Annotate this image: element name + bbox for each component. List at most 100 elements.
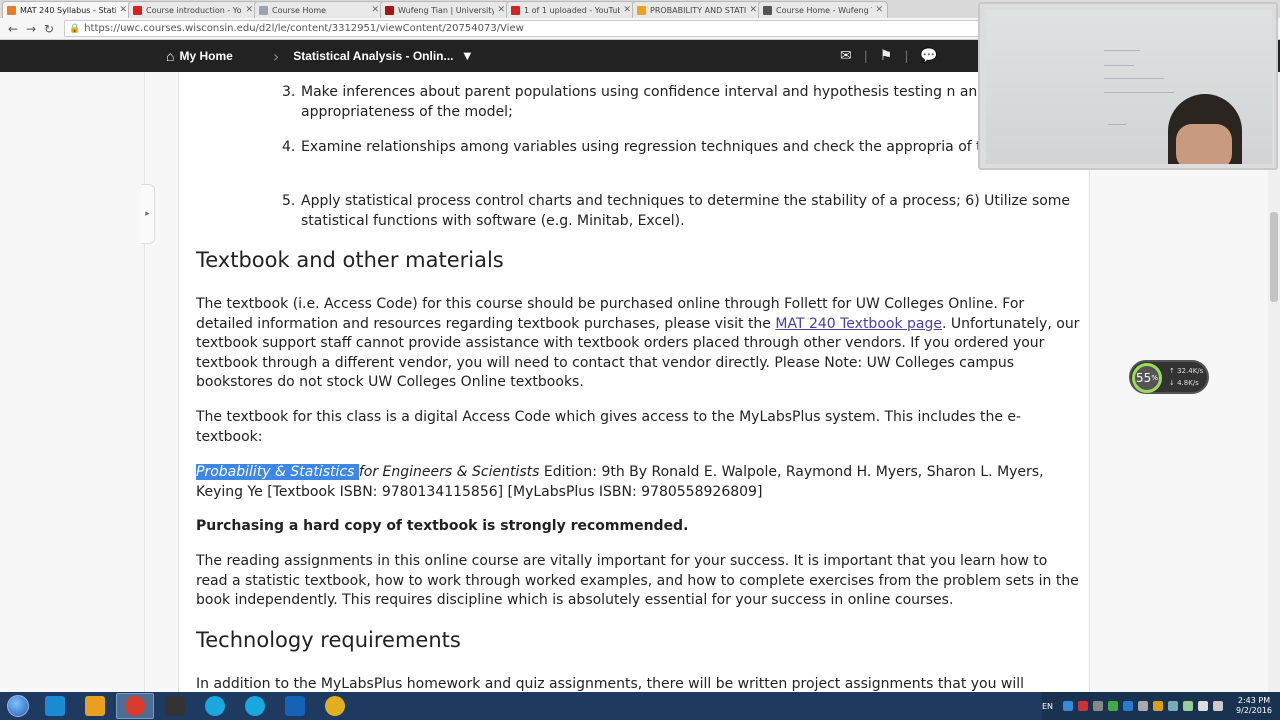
tray-icon[interactable]	[1093, 701, 1103, 711]
network-speed-widget[interactable]: 55% ↑ 32.4K/s ↓ 4.8K/s	[1129, 360, 1209, 394]
windows-taskbar: EN 2:43 PM 9/2/2016	[0, 692, 1280, 720]
book-subtitle: for Engineers & Scientists	[358, 464, 540, 480]
ie-icon	[45, 696, 65, 716]
tab-title: Course introduction - You	[146, 5, 243, 15]
whiteboard-mark	[1104, 50, 1140, 51]
tab-2[interactable]: Course introduction - You ✕	[128, 1, 258, 18]
taskbar-app-3[interactable]	[316, 693, 354, 719]
close-icon[interactable]: ✕	[497, 5, 505, 15]
tab-title: 1 of 1 uploaded - YouTub	[524, 5, 621, 15]
content-frame: 3. Make inferences about parent populati…	[178, 72, 1090, 692]
whiteboard-mark	[1104, 65, 1134, 66]
download-value: 4.8	[1177, 379, 1189, 387]
tray-icon[interactable]	[1063, 701, 1073, 711]
taskbar-explorer[interactable]	[76, 693, 114, 719]
tab-favicon-icon	[7, 5, 16, 15]
close-icon[interactable]: ✕	[749, 5, 757, 15]
taskbar-app-1[interactable]	[196, 693, 234, 719]
close-icon[interactable]: ✕	[371, 5, 379, 15]
tab-3[interactable]: Course Home ✕	[254, 1, 384, 18]
taskbar-media[interactable]	[156, 693, 194, 719]
system-tray: EN 2:43 PM 9/2/2016	[1041, 692, 1280, 720]
media-player-icon	[165, 696, 185, 716]
upload-speed: ↑ 32.4K/s	[1169, 367, 1204, 375]
tray-icon[interactable]	[1153, 701, 1163, 711]
section-heading: Textbook and other materials	[196, 248, 504, 272]
tab-favicon-icon	[637, 5, 646, 15]
expand-panel-toggle[interactable]: ▸	[141, 184, 155, 244]
home-icon: ⌂	[166, 48, 175, 64]
tab-4[interactable]: Wufeng Tian | University ✕	[380, 1, 510, 18]
clock[interactable]: 2:43 PM 9/2/2016	[1234, 696, 1274, 716]
reload-icon[interactable]: ↻	[40, 22, 58, 36]
whiteboard-video	[986, 10, 1272, 164]
divider: |	[863, 49, 868, 63]
tab-7[interactable]: Course Home - Wufeng T ✕	[758, 1, 888, 18]
presenter-face	[1176, 124, 1232, 164]
recommendation-text: Purchasing a hard copy of textbook is st…	[196, 518, 689, 534]
taskbar-app-2[interactable]	[236, 693, 274, 719]
language-indicator[interactable]: EN	[1042, 702, 1053, 711]
back-arrow-icon[interactable]: ←	[4, 22, 22, 36]
skype-icon	[205, 696, 225, 716]
tab-6[interactable]: PROBABILITY AND STATIS ✕	[632, 1, 762, 18]
windows-logo-icon	[7, 695, 29, 717]
left-panel	[0, 72, 145, 692]
url-text: https://uwc.courses.wisconsin.edu/d2l/le…	[84, 23, 524, 34]
notifications-icon[interactable]: ⚑	[880, 48, 893, 64]
paragraph: The reading assignments in this online c…	[196, 553, 1079, 608]
start-button[interactable]	[2, 693, 34, 719]
tray-icon[interactable]	[1168, 701, 1178, 711]
chevron-right-icon: ›	[272, 46, 280, 66]
selected-text[interactable]: Probability & Statistics	[196, 464, 359, 480]
clock-date: 9/2/2016	[1236, 706, 1272, 715]
close-icon[interactable]: ✕	[119, 5, 127, 15]
taskbar-outlook[interactable]	[276, 693, 314, 719]
chevron-right-icon: ▸	[145, 209, 150, 219]
my-home-label: My Home	[179, 49, 233, 63]
upload-value: 32.4	[1177, 367, 1193, 375]
chevron-down-icon[interactable]: ▼	[463, 51, 471, 62]
my-home-link[interactable]: ⌂ My Home	[166, 48, 233, 64]
forward-arrow-icon[interactable]: →	[22, 22, 40, 36]
tab-favicon-icon	[133, 5, 142, 15]
clock-time: 2:43 PM	[1237, 696, 1271, 705]
taskbar-chrome[interactable]	[116, 693, 154, 719]
tab-title: Wufeng Tian | University	[398, 5, 495, 15]
tab-title: PROBABILITY AND STATIS	[650, 5, 747, 15]
tray-icon[interactable]	[1108, 701, 1118, 711]
percent-sign: %	[1151, 374, 1158, 382]
tray-icon[interactable]	[1078, 701, 1088, 711]
section-heading: Technology requirements	[196, 628, 461, 652]
close-icon[interactable]: ✕	[875, 5, 883, 15]
close-icon[interactable]: ✕	[623, 5, 631, 15]
tray-icon[interactable]	[1123, 701, 1133, 711]
list-text: Examine relationships among variables us…	[301, 139, 1060, 155]
list-number: 4.	[282, 139, 296, 155]
list-number: 5.	[282, 193, 296, 209]
download-speed: ↓ 4.8K/s	[1169, 379, 1199, 387]
divider: |	[904, 49, 909, 63]
chat-icon[interactable]: 💬	[920, 48, 937, 64]
tray-icon[interactable]	[1138, 701, 1148, 711]
tab-title: Course Home - Wufeng T	[776, 5, 873, 15]
tab-1[interactable]: MAT 240 Syllabus - Static ✕	[2, 1, 132, 18]
course-selector[interactable]: Statistical Analysis - Onlin...	[293, 49, 453, 63]
textbook-page-link[interactable]: MAT 240 Textbook page	[775, 316, 942, 332]
mail-icon[interactable]: ✉	[840, 48, 852, 64]
usage-percent: 55	[1136, 371, 1152, 385]
cpu-ring: 55%	[1132, 363, 1162, 393]
scrollbar-thumb[interactable]	[1270, 212, 1278, 302]
folder-icon	[85, 696, 105, 716]
app-icon	[325, 696, 345, 716]
tab-5[interactable]: 1 of 1 uploaded - YouTub ✕	[506, 1, 636, 18]
volume-icon[interactable]	[1213, 701, 1223, 711]
book-citation: Probability & Statistics for Engineers &…	[196, 463, 1081, 502]
tray-icon[interactable]	[1183, 701, 1193, 711]
close-icon[interactable]: ✕	[245, 5, 253, 15]
webcam-overlay	[978, 2, 1278, 170]
navbar-icons: ✉ | ⚑ | 💬	[840, 40, 950, 72]
network-icon[interactable]	[1198, 701, 1208, 711]
skype-icon	[245, 696, 265, 716]
taskbar-ie[interactable]	[36, 693, 74, 719]
